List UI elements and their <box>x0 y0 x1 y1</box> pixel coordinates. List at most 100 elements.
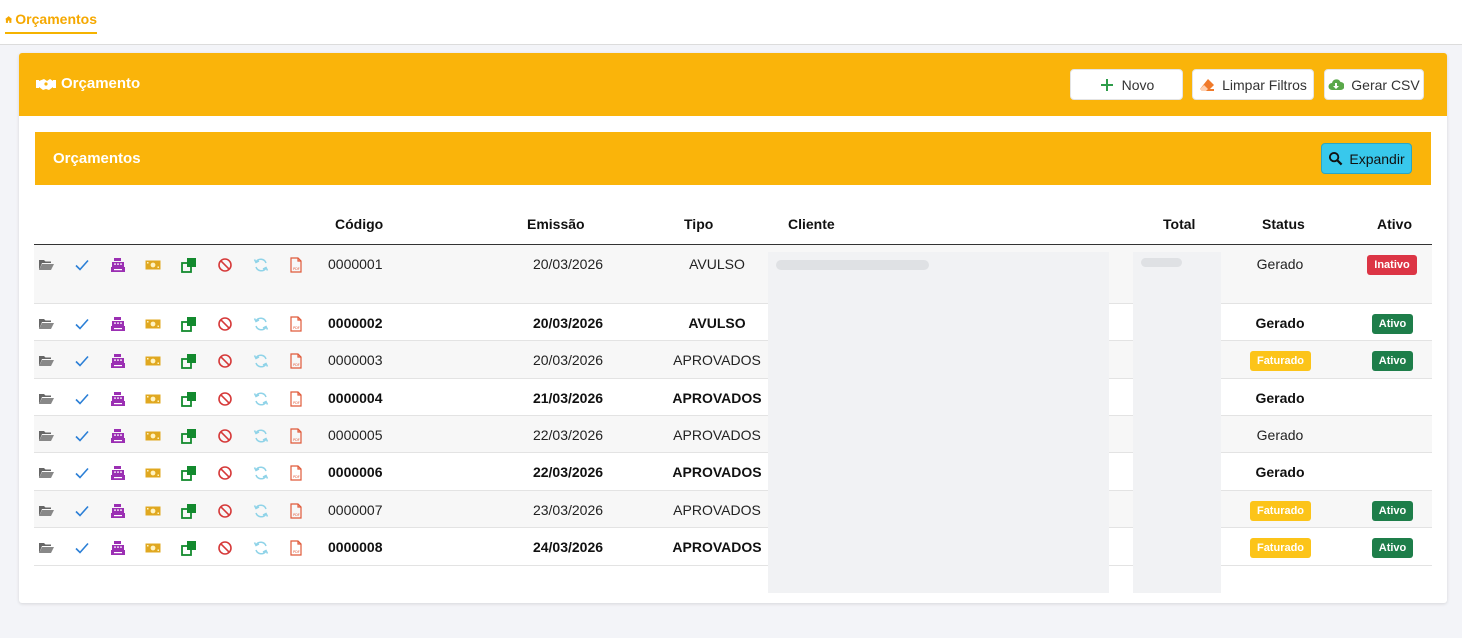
check-icon[interactable] <box>73 257 91 273</box>
header-cliente[interactable]: Cliente <box>788 216 835 232</box>
refresh-icon[interactable] <box>252 316 270 332</box>
folder-open-icon[interactable] <box>37 428 55 444</box>
money-bill-icon[interactable] <box>144 503 162 519</box>
eraser-icon <box>1200 78 1215 91</box>
cash-register-icon[interactable] <box>109 257 127 273</box>
svg-text:PDF: PDF <box>293 550 300 554</box>
check-icon[interactable] <box>73 316 91 332</box>
pdf-icon[interactable]: PDF <box>287 316 305 332</box>
folder-open-icon[interactable] <box>37 316 55 332</box>
folder-open-icon[interactable] <box>37 391 55 407</box>
codigo-cell: 0000008 <box>328 539 383 555</box>
gerar-csv-label: Gerar CSV <box>1351 76 1420 93</box>
pdf-icon[interactable]: PDF <box>287 465 305 481</box>
money-bill-icon[interactable] <box>144 353 162 369</box>
check-icon[interactable] <box>73 428 91 444</box>
header-codigo[interactable]: Código <box>335 216 383 232</box>
copy-icon[interactable] <box>180 257 198 273</box>
svg-text:PDF: PDF <box>293 267 300 271</box>
pdf-icon[interactable]: PDF <box>287 503 305 519</box>
cancel-icon[interactable] <box>216 503 234 519</box>
check-icon[interactable] <box>73 391 91 407</box>
total-column-redacted <box>1133 252 1221 593</box>
copy-icon[interactable] <box>180 503 198 519</box>
cancel-icon[interactable] <box>216 257 234 273</box>
folder-open-icon[interactable] <box>37 503 55 519</box>
refresh-icon[interactable] <box>252 353 270 369</box>
codigo-cell: 0000006 <box>328 464 383 480</box>
money-bill-icon[interactable] <box>144 391 162 407</box>
cash-register-icon[interactable] <box>109 465 127 481</box>
copy-icon[interactable] <box>180 353 198 369</box>
copy-icon[interactable] <box>180 540 198 556</box>
cash-register-icon[interactable] <box>109 503 127 519</box>
folder-open-icon[interactable] <box>37 465 55 481</box>
emissao-cell: 24/03/2026 <box>532 539 604 555</box>
refresh-icon[interactable] <box>252 540 270 556</box>
check-icon[interactable] <box>73 465 91 481</box>
expandir-button[interactable]: Expandir <box>1321 143 1412 174</box>
check-icon[interactable] <box>73 503 91 519</box>
header-total[interactable]: Total <box>1163 216 1195 232</box>
pdf-icon[interactable]: PDF <box>287 353 305 369</box>
svg-text:PDF: PDF <box>293 401 300 405</box>
card-title: Orçamento <box>36 75 140 92</box>
header-ativo[interactable]: Ativo <box>1377 216 1412 232</box>
copy-icon[interactable] <box>180 391 198 407</box>
copy-icon[interactable] <box>180 316 198 332</box>
status-cell: Gerado <box>1255 315 1305 331</box>
home-tab[interactable]: Orçamentos <box>5 6 97 34</box>
header-status[interactable]: Status <box>1262 216 1305 232</box>
svg-text:PDF: PDF <box>293 363 300 367</box>
folder-open-icon[interactable] <box>37 540 55 556</box>
check-icon[interactable] <box>73 353 91 369</box>
refresh-icon[interactable] <box>252 465 270 481</box>
cash-register-icon[interactable] <box>109 540 127 556</box>
table-row: PDF 0000003 20/03/2026 APROVADOS Faturado Ati… <box>34 341 1432 379</box>
cancel-icon[interactable] <box>216 465 234 481</box>
codigo-cell: 0000005 <box>328 427 383 443</box>
orcamento-card: Orçamento Novo Limpar Filtros Gerar CSV … <box>19 53 1447 603</box>
folder-open-icon[interactable] <box>37 353 55 369</box>
refresh-icon[interactable] <box>252 428 270 444</box>
pdf-icon[interactable]: PDF <box>287 428 305 444</box>
header-emissao[interactable]: Emissão <box>527 216 585 232</box>
money-bill-icon[interactable] <box>144 465 162 481</box>
ativo-badge: Ativo <box>1372 314 1413 334</box>
copy-icon[interactable] <box>180 465 198 481</box>
cancel-icon[interactable] <box>216 391 234 407</box>
header-tipo[interactable]: Tipo <box>684 216 713 232</box>
refresh-icon[interactable] <box>252 257 270 273</box>
novo-button[interactable]: Novo <box>1070 69 1183 100</box>
cancel-icon[interactable] <box>216 540 234 556</box>
cancel-icon[interactable] <box>216 353 234 369</box>
limpar-filtros-button[interactable]: Limpar Filtros <box>1192 69 1314 100</box>
cash-register-icon[interactable] <box>109 353 127 369</box>
ativo-badge: Inativo <box>1367 255 1417 275</box>
card-title-label: Orçamento <box>61 75 141 92</box>
money-bill-icon[interactable] <box>144 316 162 332</box>
refresh-icon[interactable] <box>252 391 270 407</box>
cancel-icon[interactable] <box>216 316 234 332</box>
copy-icon[interactable] <box>180 428 198 444</box>
money-bill-icon[interactable] <box>144 257 162 273</box>
gerar-csv-button[interactable]: Gerar CSV <box>1324 69 1424 100</box>
handshake-icon <box>36 78 56 90</box>
pdf-icon[interactable]: PDF <box>287 257 305 273</box>
check-icon[interactable] <box>73 540 91 556</box>
money-bill-icon[interactable] <box>144 540 162 556</box>
status-badge: Faturado <box>1250 538 1311 558</box>
table-row: PDF 0000002 20/03/2026 AVULSO Gerado Ativo <box>34 304 1432 341</box>
refresh-icon[interactable] <box>252 503 270 519</box>
pdf-icon[interactable]: PDF <box>287 391 305 407</box>
money-bill-icon[interactable] <box>144 428 162 444</box>
cash-register-icon[interactable] <box>109 316 127 332</box>
cash-register-icon[interactable] <box>109 391 127 407</box>
cancel-icon[interactable] <box>216 428 234 444</box>
cash-register-icon[interactable] <box>109 428 127 444</box>
table-row: PDF 0000007 23/03/2026 APROVADOS Faturado Ati… <box>34 491 1432 528</box>
folder-open-icon[interactable] <box>37 257 55 273</box>
novo-button-label: Novo <box>1121 76 1155 93</box>
pdf-icon[interactable]: PDF <box>287 540 305 556</box>
expandir-label: Expandir <box>1349 150 1405 167</box>
